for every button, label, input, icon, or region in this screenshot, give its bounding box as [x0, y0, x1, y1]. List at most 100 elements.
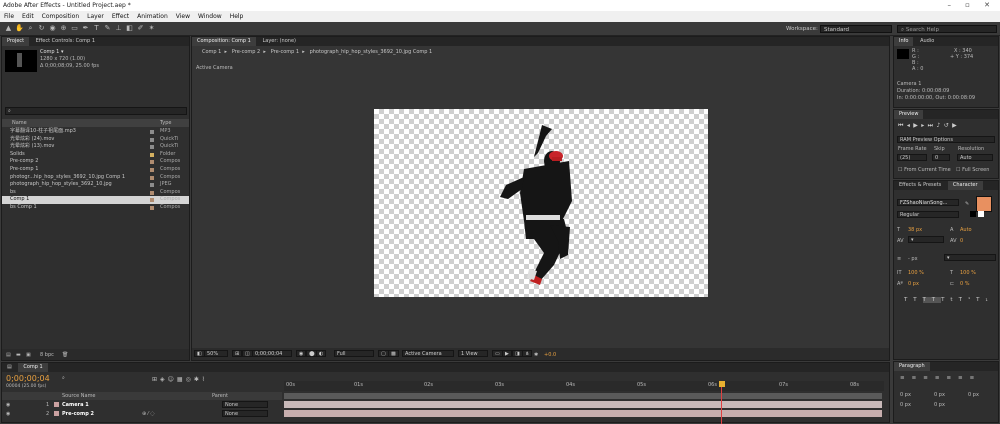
rectangle-tool-icon[interactable]: ▭	[70, 24, 79, 33]
transparency-grid-icon[interactable]: ▩	[388, 350, 399, 357]
layer-bar[interactable]	[284, 410, 882, 417]
all-caps-icon[interactable]: TT	[922, 297, 942, 303]
parent-select[interactable]: None	[222, 410, 268, 417]
search-help-input[interactable]: ⌕ Search Help	[897, 25, 997, 33]
menu-window[interactable]: Window	[198, 11, 222, 22]
white-swatch[interactable]	[978, 211, 984, 217]
tab-comp1-timeline[interactable]: Comp 1	[18, 363, 48, 372]
layer-bar[interactable]	[284, 401, 882, 408]
stroke-width-value[interactable]: - px	[908, 256, 918, 262]
list-item[interactable]: bs Compos	[2, 189, 189, 197]
project-search-input[interactable]: ⌕	[5, 107, 187, 115]
camera-view-select[interactable]: Active Camera	[402, 350, 454, 357]
flowchart-icon[interactable]: ⋔	[522, 350, 533, 357]
leading-value[interactable]: Auto	[960, 227, 972, 233]
table-row[interactable]: ◉ 1 Camera 1 None	[2, 401, 282, 409]
motion-blur-icon[interactable]: ◎	[186, 376, 194, 383]
indent-right-value[interactable]: 0 px	[934, 392, 945, 398]
zoom-tool-icon[interactable]: ⌕	[26, 24, 35, 33]
timeline-timecode[interactable]: 0;00;00;04	[6, 374, 50, 383]
interpret-footage-icon[interactable]: ▤	[6, 352, 11, 358]
align-left-icon[interactable]: ≡	[900, 375, 912, 381]
from-current-time-checkbox[interactable]: ☐ From Current Time	[898, 167, 951, 173]
tab-layer[interactable]: Layer: (none)	[257, 37, 301, 46]
comp-mini-flowchart-icon[interactable]: ⊞	[152, 376, 160, 383]
ram-preview-options-select[interactable]: RAM Preview Options	[897, 136, 995, 143]
time-ruler[interactable]: 00s 01s 02s 03s 04s 05s 06s 07s 08s	[284, 381, 884, 391]
draft-3d-icon[interactable]: ◈	[160, 376, 168, 383]
list-item[interactable]: photogr...hip_hop_styles_3692_10.jpg Com…	[2, 174, 189, 182]
tsume-value[interactable]: 0 %	[960, 281, 970, 287]
justify-center-icon[interactable]: ≡	[946, 375, 958, 381]
layer-name[interactable]: Camera 1	[62, 402, 89, 408]
fill-color-swatch[interactable]	[976, 196, 992, 212]
ram-preview-icon[interactable]: ▶	[952, 122, 960, 129]
baseline-shift-value[interactable]: 0 px	[908, 281, 919, 287]
work-area-bar[interactable]	[284, 393, 882, 399]
tab-info[interactable]: Info	[894, 37, 914, 46]
reset-exposure-icon[interactable]: ✱	[534, 352, 538, 358]
frame-blending-icon[interactable]: ▦	[177, 376, 186, 383]
col-name[interactable]: Name	[12, 120, 27, 126]
composition-viewer[interactable]	[374, 109, 708, 297]
playhead-handle[interactable]	[719, 381, 725, 387]
menu-composition[interactable]: Composition	[42, 11, 79, 22]
menu-file[interactable]: File	[4, 11, 14, 22]
menu-effect[interactable]: Effect	[112, 11, 129, 22]
frame-rate-select[interactable]: (25)	[897, 154, 927, 161]
tab-effects-presets[interactable]: Effects & Presets	[894, 181, 946, 190]
audio-icon[interactable]: ♪	[936, 122, 943, 129]
shy-layers-icon[interactable]: ☺	[168, 376, 177, 383]
resolution-select[interactable]: Full	[334, 350, 374, 357]
small-caps-icon[interactable]: Tt	[941, 297, 959, 303]
current-time-display[interactable]: 0;00;00;04	[252, 350, 292, 357]
tab-audio[interactable]: Audio	[915, 37, 939, 46]
skip-input[interactable]: 0	[932, 154, 950, 161]
window-controls[interactable]: – ▫ ✕	[947, 0, 996, 11]
camera-snapshot-icon[interactable]: ◉	[296, 350, 307, 357]
tab-paragraph[interactable]: Paragraph	[894, 362, 930, 371]
list-item[interactable]: 光晕炫彩 (13).mov QuickTi	[2, 143, 189, 151]
faux-bold-icon[interactable]: T	[904, 297, 913, 303]
col-source-name[interactable]: Source Name	[62, 393, 96, 399]
view-layout-select[interactable]: 1 View	[458, 350, 488, 357]
menu-animation[interactable]: Animation	[137, 11, 168, 22]
layer-name[interactable]: Pre-comp 2	[62, 411, 94, 417]
delete-icon[interactable]: 🗑	[62, 352, 68, 358]
faux-italic-icon[interactable]: T	[913, 297, 922, 303]
list-item[interactable]: Pre-comp 1 Compos	[2, 166, 189, 174]
tab-effect-controls[interactable]: Effect Controls: Comp 1	[31, 37, 100, 46]
stroke-type-select[interactable]: ▾	[944, 254, 996, 261]
space-before-value[interactable]: 0 px	[900, 402, 911, 408]
crumb-comp1[interactable]: Comp 1	[202, 49, 221, 55]
vertical-scale-value[interactable]: 100 %	[908, 270, 924, 276]
resolution-select[interactable]: Auto	[957, 154, 993, 161]
list-item-selected[interactable]: Comp 1 Compos	[2, 196, 189, 204]
tab-project[interactable]: Project	[2, 37, 30, 46]
brainstorm-icon[interactable]: ✱	[194, 376, 202, 383]
rotate-tool-icon[interactable]: ↻	[37, 24, 46, 33]
camera-tool-icon[interactable]: ◉	[48, 24, 57, 33]
eyedropper-icon[interactable]: ✎	[965, 201, 969, 207]
justify-all-icon[interactable]: ≡	[970, 375, 982, 381]
magnification-select[interactable]: 50%	[204, 350, 228, 357]
indent-first-value[interactable]: 0 px	[968, 392, 979, 398]
clone-tool-icon[interactable]: ⊥	[114, 24, 123, 33]
menu-edit[interactable]: Edit	[22, 11, 34, 22]
list-item[interactable]: photograph_hip_hop_styles_3692_10.jpg JPE…	[2, 181, 189, 189]
timeline-search-icon[interactable]: ⌕	[62, 375, 68, 381]
subscript-icon[interactable]: T₁	[976, 297, 994, 303]
font-size-value[interactable]: 38 px	[908, 227, 922, 233]
roto-brush-tool-icon[interactable]: ✐	[136, 24, 145, 33]
crumb-precomp2[interactable]: Pre-comp 2	[232, 49, 260, 55]
horizontal-scale-value[interactable]: 100 %	[960, 270, 976, 276]
fast-previews-icon[interactable]: ▶	[502, 350, 512, 357]
align-right-icon[interactable]: ≡	[923, 375, 935, 381]
menu-help[interactable]: Help	[230, 11, 244, 22]
space-after-value[interactable]: 0 px	[934, 402, 945, 408]
align-center-icon[interactable]: ≡	[912, 375, 924, 381]
tracking-value[interactable]: 0	[960, 238, 963, 244]
tab-composition-comp1[interactable]: Composition: Comp 1	[192, 37, 256, 46]
list-item[interactable]: bs Comp 1 Compos	[2, 204, 189, 212]
render-queue-icon[interactable]: ▤	[2, 363, 17, 372]
